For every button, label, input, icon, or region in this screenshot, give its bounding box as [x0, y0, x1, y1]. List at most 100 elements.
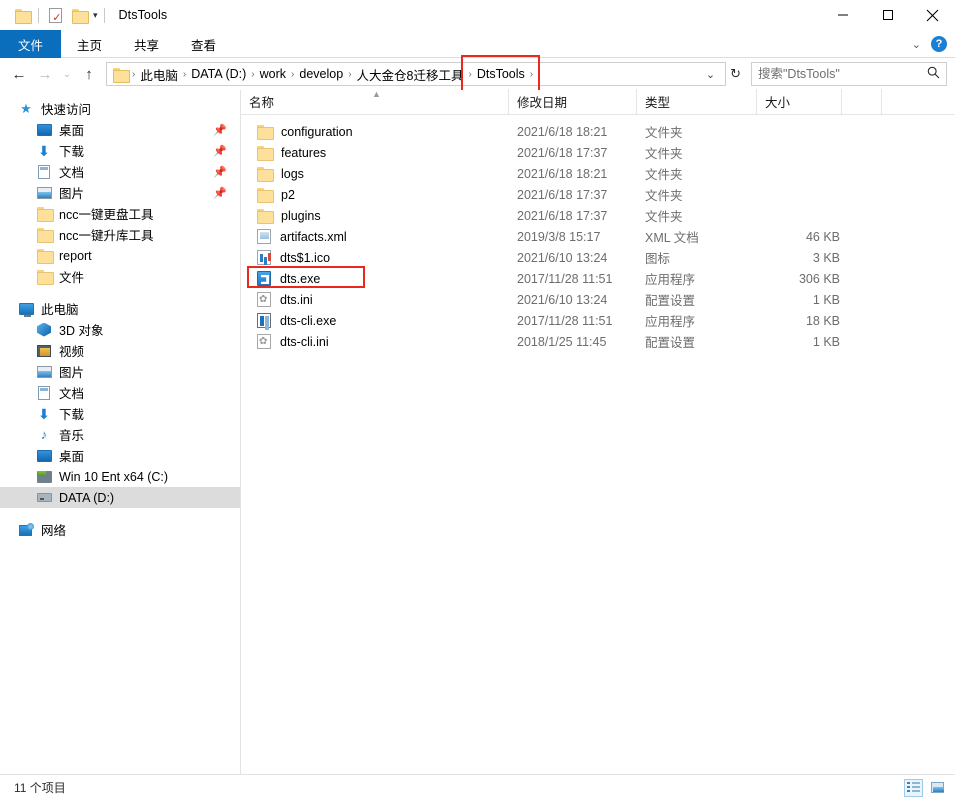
breadcrumb-item-migration-tool[interactable]: 人大金仓8迁移工具	[353, 63, 468, 85]
sidebar-item-pictures[interactable]: 图片 📌	[0, 182, 240, 203]
sidebar-item-desktop-pc[interactable]: 桌面	[0, 445, 240, 466]
breadcrumb-folder-icon	[111, 67, 131, 83]
pin-icon[interactable]: 📌	[213, 123, 227, 136]
forward-button[interactable]: →	[32, 61, 58, 87]
refresh-icon[interactable]: ↻	[726, 66, 745, 82]
sidebar-item-label: 下载	[59, 408, 85, 422]
column-header-name[interactable]: 名称 ▲	[241, 89, 509, 114]
tab-share[interactable]: 共享	[118, 30, 175, 58]
breadcrumb-item-develop[interactable]: develop	[295, 63, 347, 85]
cli-exe-file-icon	[257, 313, 271, 328]
properties-icon[interactable]	[43, 4, 67, 26]
sidebar-item-downloads[interactable]: ⬇ 下载 📌	[0, 140, 240, 161]
file-name-cell: dts.ini	[241, 292, 509, 307]
sidebar-item-videos[interactable]: 视频	[0, 340, 240, 361]
tab-home[interactable]: 主页	[61, 30, 118, 58]
table-row[interactable]: dts-cli.exe 2017/11/28 11:51 应用程序 18 KB	[241, 310, 955, 331]
title-bar: ▾ DtsTools	[0, 0, 955, 30]
sidebar-group-network[interactable]: 网络	[0, 519, 240, 540]
breadcrumb-item-data-d[interactable]: DATA (D:)	[187, 63, 250, 85]
folder-icon	[36, 248, 54, 264]
up-button[interactable]: ↑	[76, 61, 102, 87]
documents-icon	[36, 164, 52, 180]
close-button[interactable]	[910, 0, 955, 30]
breadcrumb-item-work[interactable]: work	[256, 63, 290, 85]
file-name-label: features	[281, 145, 327, 160]
ribbon-right-controls: ⌄ ?	[912, 30, 947, 58]
file-name-cell: p2	[241, 188, 509, 203]
search-input[interactable]	[758, 67, 927, 81]
table-row[interactable]: features 2021/6/18 17:37 文件夹	[241, 142, 955, 163]
sidebar-item-files[interactable]: 文件	[0, 266, 240, 287]
pin-icon[interactable]: 📌	[213, 186, 227, 199]
sidebar-item-ncc-disk-tool[interactable]: ncc一键更盘工具	[0, 203, 240, 224]
file-date-cell: 2019/3/8 15:17	[517, 229, 601, 244]
table-row[interactable]: plugins 2021/6/18 17:37 文件夹	[241, 205, 955, 226]
sidebar-item-documents[interactable]: 文档 📌	[0, 161, 240, 182]
address-dropdown-chevron-down-icon[interactable]: ⌄	[700, 68, 721, 81]
sidebar-item-label: 文件	[59, 271, 85, 285]
help-icon[interactable]: ?	[931, 36, 947, 52]
sidebar-item-3d-objects[interactable]: 3D 对象	[0, 319, 240, 340]
table-row[interactable]: dts-cli.ini 2018/1/25 11:45 配置设置 1 KB	[241, 331, 955, 352]
sidebar-group-label: 网络	[41, 524, 67, 538]
file-name-label: artifacts.xml	[280, 229, 347, 244]
file-list-pane: 名称 ▲ 修改日期 类型 大小 configuration 2021/6/18 …	[241, 89, 955, 774]
sidebar-item-pictures-pc[interactable]: 图片	[0, 361, 240, 382]
ribbon-tab-bar: 文件 主页 共享 查看 ⌄ ?	[0, 30, 955, 58]
sidebar-group-label: 快速访问	[41, 103, 92, 117]
back-button[interactable]: ←	[6, 61, 32, 87]
table-row[interactable]: p2 2021/6/18 17:37 文件夹	[241, 184, 955, 205]
sidebar-item-c-drive[interactable]: Win 10 Ent x64 (C:)	[0, 466, 240, 487]
table-row[interactable]: configuration 2021/6/18 18:21 文件夹	[241, 121, 955, 142]
column-header-type[interactable]: 类型	[637, 89, 757, 114]
file-size-cell: 3 KB	[812, 250, 840, 265]
desktop-icon	[36, 122, 52, 138]
maximize-button[interactable]	[865, 0, 910, 30]
new-folder-icon[interactable]	[67, 4, 91, 26]
status-bar: 11 个项目	[0, 774, 955, 800]
search-icon[interactable]	[927, 66, 940, 82]
breadcrumb-separator-6[interactable]: ›	[529, 69, 534, 80]
chevron-down-icon[interactable]: ▾	[91, 10, 100, 21]
table-row[interactable]: logs 2021/6/18 18:21 文件夹	[241, 163, 955, 184]
file-name-label: configuration	[281, 124, 353, 139]
sidebar-item-ncc-upgrade-tool[interactable]: ncc一键升库工具	[0, 224, 240, 245]
table-row[interactable]: dts$1.ico 2021/6/10 13:24 图标 3 KB	[241, 247, 955, 268]
search-box[interactable]	[751, 62, 947, 86]
tab-file[interactable]: 文件	[0, 30, 62, 58]
save-folder-icon[interactable]	[10, 4, 34, 26]
column-header-date[interactable]: 修改日期	[509, 89, 637, 114]
column-header-extra[interactable]	[842, 89, 882, 114]
sidebar-item-label: 3D 对象	[59, 324, 104, 338]
minimize-button[interactable]	[820, 0, 865, 30]
table-row[interactable]: artifacts.xml 2019/3/8 15:17 XML 文档 46 K…	[241, 226, 955, 247]
sidebar-item-d-drive[interactable]: DATA (D:)	[0, 487, 240, 508]
breadcrumb-item-this-pc[interactable]: 此电脑	[136, 63, 182, 85]
expand-ribbon-chevron-down-icon[interactable]: ⌄	[912, 38, 921, 51]
file-date-cell: 2018/1/25 11:45	[517, 334, 607, 349]
recent-locations-chevron-down-icon[interactable]: ⌄	[58, 61, 76, 87]
sidebar-item-downloads-pc[interactable]: ⬇ 下载	[0, 403, 240, 424]
sidebar-item-desktop[interactable]: 桌面 📌	[0, 119, 240, 140]
file-date-cell: 2021/6/18 17:37	[517, 145, 608, 160]
sidebar-item-documents-pc[interactable]: 文档	[0, 382, 240, 403]
tab-view[interactable]: 查看	[175, 30, 232, 58]
sidebar-item-label: 音乐	[59, 429, 85, 443]
table-row[interactable]: dts.ini 2021/6/10 13:24 配置设置 1 KB	[241, 289, 955, 310]
sidebar-item-report[interactable]: report	[0, 245, 240, 266]
file-rows: configuration 2021/6/18 18:21 文件夹 featur…	[241, 115, 955, 774]
table-row-dts-exe[interactable]: dts.exe 2017/11/28 11:51 应用程序 306 KB	[241, 266, 955, 289]
breadcrumb-highlighted-group: › DtsTools ›	[461, 55, 541, 93]
sidebar-item-music[interactable]: ♪ 音乐	[0, 424, 240, 445]
breadcrumb-item-dtstools[interactable]: DtsTools	[473, 63, 529, 85]
sidebar-group-quick-access[interactable]: ★ 快速访问	[0, 98, 240, 119]
pin-icon[interactable]: 📌	[213, 144, 227, 157]
sidebar-group-this-pc[interactable]: 此电脑	[0, 298, 240, 319]
details-view-button[interactable]	[904, 778, 923, 797]
breadcrumb[interactable]: › 此电脑 › DATA (D:) › work › develop › 人大金…	[106, 55, 727, 93]
large-icons-view-button[interactable]	[928, 779, 947, 797]
column-header-size[interactable]: 大小	[757, 89, 842, 114]
pin-icon[interactable]: 📌	[213, 165, 227, 178]
